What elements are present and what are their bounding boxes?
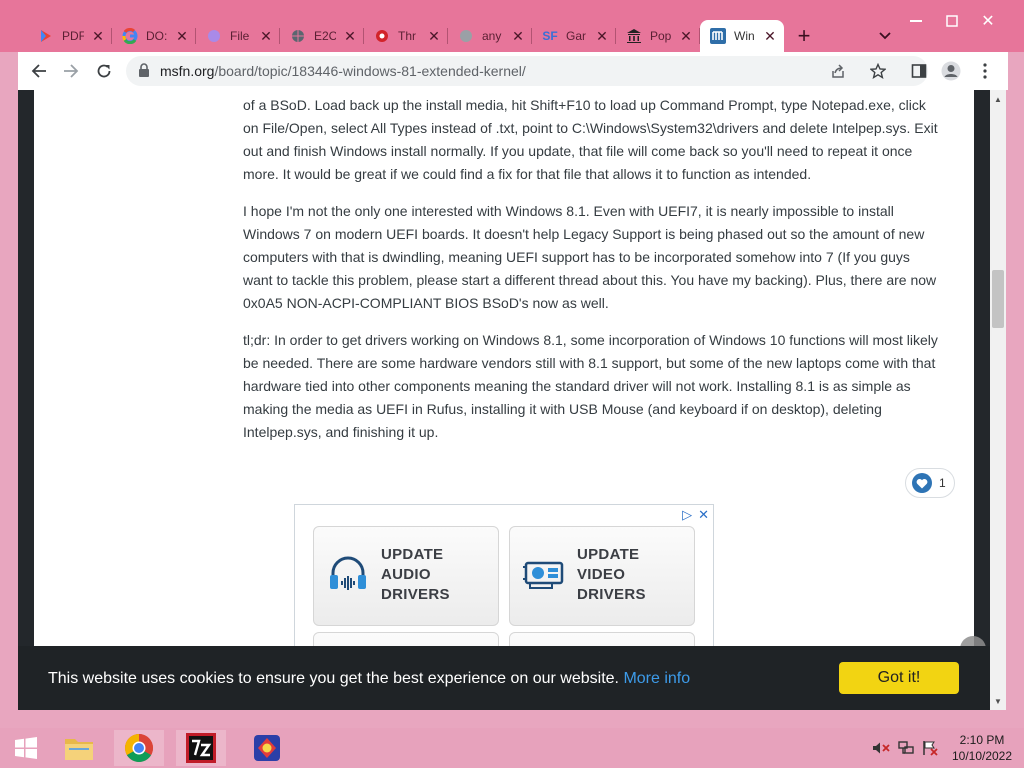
tab-pdf[interactable]: PDF ✕ — [28, 20, 112, 52]
tab-label: Gar — [566, 29, 587, 43]
scroll-down-arrow-icon[interactable]: ▼ — [990, 694, 1006, 708]
globe-favicon-icon — [458, 28, 474, 44]
clock-time: 2:10 PM — [959, 733, 1005, 747]
scroll-up-arrow-icon[interactable]: ▲ — [990, 92, 1006, 106]
reaction-count: 1 — [939, 476, 946, 490]
post-paragraph: tl;dr: In order to get drivers working o… — [243, 332, 938, 440]
url-domain: msfn.org — [160, 63, 215, 79]
tab-file[interactable]: File ✕ — [196, 20, 280, 52]
tab-label: Win — [734, 29, 755, 43]
cookie-banner: This website uses cookies to ensure you … — [18, 646, 990, 710]
tab-label: PDF — [62, 29, 84, 43]
lock-icon[interactable] — [138, 63, 150, 83]
browser-toolbar: msfn.org/board/topic/183446-windows-81-e… — [18, 52, 1008, 90]
close-tab-icon[interactable]: ✕ — [258, 28, 274, 45]
tab-pop[interactable]: Pop ✕ — [616, 20, 700, 52]
forum-favicon-icon — [374, 28, 390, 44]
maximize-button[interactable] — [940, 10, 964, 32]
clock-date: 10/10/2022 — [951, 749, 1013, 763]
sf-favicon-icon: SF — [542, 29, 558, 43]
kebab-menu-icon[interactable] — [972, 58, 998, 84]
scrollbar-thumb[interactable] — [992, 270, 1004, 328]
close-tab-icon[interactable]: ✕ — [762, 28, 778, 45]
tab-sf[interactable]: SF Gar ✕ — [532, 20, 616, 52]
chrome-taskbar-icon[interactable] — [114, 730, 164, 766]
game-taskbar-icon[interactable] — [242, 730, 292, 766]
ad-controls: ▷ ✕ — [682, 507, 709, 523]
url-path: /board/topic/183446-windows-81-extended-… — [214, 63, 526, 79]
back-arrow-icon[interactable] — [26, 58, 52, 84]
network-icon[interactable] — [897, 740, 915, 756]
heart-icon — [912, 473, 932, 493]
tab-search-chevron-icon[interactable] — [874, 26, 896, 46]
7zip-taskbar-icon[interactable] — [176, 730, 226, 766]
reaction-button[interactable]: 1 — [905, 468, 955, 498]
tab-any[interactable]: any ✕ — [448, 20, 532, 52]
page-viewport: of a BSoD. Load back up the install medi… — [18, 90, 990, 710]
post-body: of a BSoD. Load back up the install medi… — [243, 94, 943, 458]
close-ad-icon[interactable]: ✕ — [698, 507, 709, 523]
google-favicon-icon — [122, 28, 138, 44]
tab-label: any — [482, 29, 502, 43]
tab-label: File — [230, 29, 250, 43]
close-tab-icon[interactable]: ✕ — [594, 28, 610, 45]
tab-label: Thr — [398, 29, 416, 43]
file-explorer-icon[interactable] — [54, 730, 104, 766]
globe-favicon-icon — [290, 28, 306, 44]
tab-label: E2C — [314, 29, 336, 43]
minimize-button[interactable] — [904, 10, 928, 32]
pdf-favicon-icon — [38, 28, 54, 44]
video-card-icon — [522, 551, 566, 595]
post-paragraph: of a BSoD. Load back up the install medi… — [243, 97, 938, 182]
tab-strip: PDF ✕ DO: ✕ File ✕ E2C ✕ Thr ✕ any ✕ SF … — [28, 20, 824, 52]
address-bar[interactable]: msfn.org/board/topic/183446-windows-81-e… — [126, 56, 928, 86]
forward-arrow-icon[interactable] — [58, 58, 84, 84]
adchoices-icon[interactable]: ▷ — [682, 507, 692, 523]
bookmark-star-icon[interactable] — [868, 61, 888, 81]
more-info-link[interactable]: More info — [623, 670, 690, 687]
side-panel-icon[interactable] — [906, 58, 932, 84]
tab-thread[interactable]: Thr ✕ — [364, 20, 448, 52]
share-icon[interactable] — [828, 61, 848, 81]
tab-e2c[interactable]: E2C ✕ — [280, 20, 364, 52]
windows-taskbar: 2:10 PM 10/10/2022 — [0, 728, 1024, 768]
mute-speaker-icon[interactable] — [872, 740, 890, 756]
close-tab-icon[interactable]: ✕ — [678, 28, 694, 45]
ad-update-video-drivers[interactable]: UPDATE VIDEO DRIVERS — [509, 526, 695, 626]
tab-google[interactable]: DO: ✕ — [112, 20, 196, 52]
tab-label: DO: — [146, 29, 168, 43]
headphones-icon — [326, 551, 370, 595]
start-button[interactable] — [6, 730, 46, 766]
file-favicon-icon — [206, 28, 222, 44]
msfn-favicon-icon — [710, 28, 726, 44]
close-tab-icon[interactable]: ✕ — [342, 28, 358, 45]
post-paragraph: I hope I'm not the only one interested w… — [243, 203, 937, 311]
url-text[interactable]: msfn.org/board/topic/183446-windows-81-e… — [160, 63, 526, 79]
browser-title-bar: PDF ✕ DO: ✕ File ✕ E2C ✕ Thr ✕ any ✕ SF … — [0, 0, 1024, 52]
system-clock[interactable]: 2:10 PM 10/10/2022 — [946, 732, 1018, 764]
ad-text: UPDATE AUDIO DRIVERS — [381, 546, 450, 603]
reload-icon[interactable] — [91, 58, 117, 84]
ad-text: UPDATE VIDEO DRIVERS — [577, 546, 646, 603]
got-it-button[interactable]: Got it! — [839, 662, 959, 694]
action-center-flag-icon[interactable] — [921, 740, 939, 756]
tab-windows-81-kernel[interactable]: Win ✕ — [700, 20, 784, 52]
close-tab-icon[interactable]: ✕ — [90, 28, 106, 45]
close-tab-icon[interactable]: ✕ — [174, 28, 190, 45]
new-tab-button[interactable]: + — [784, 20, 824, 52]
cookie-message: This website uses cookies to ensure you … — [48, 670, 691, 687]
museum-favicon-icon — [626, 28, 642, 44]
profile-avatar-icon[interactable] — [938, 58, 964, 84]
advertisement[interactable]: ▷ ✕ UPDATE AUDIO DRIVERS UPDATE VIDEO DR… — [294, 504, 714, 654]
close-window-button[interactable]: ✕ — [976, 10, 1000, 32]
forum-post: of a BSoD. Load back up the install medi… — [34, 90, 986, 710]
close-tab-icon[interactable]: ✕ — [426, 28, 442, 45]
vertical-scrollbar[interactable]: ▲ ▼ — [990, 90, 1006, 710]
close-tab-icon[interactable]: ✕ — [510, 28, 526, 45]
tab-label: Pop — [650, 29, 672, 43]
ad-update-audio-drivers[interactable]: UPDATE AUDIO DRIVERS — [313, 526, 499, 626]
